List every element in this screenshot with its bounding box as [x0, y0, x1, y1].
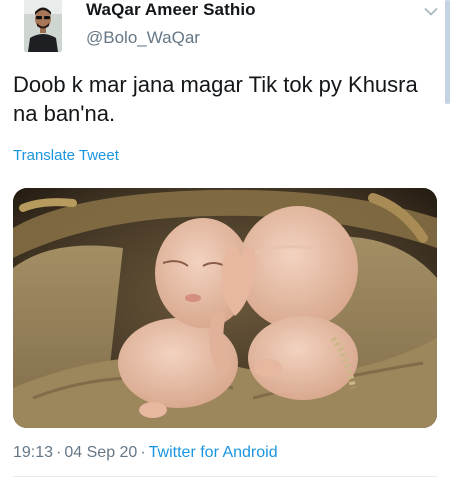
chevron-down-icon[interactable] — [424, 4, 438, 16]
translate-tweet-link[interactable]: Translate Tweet — [13, 147, 119, 164]
meta-separator: · — [140, 444, 146, 461]
tweet-time[interactable]: 19:13 — [13, 444, 53, 461]
divider — [13, 476, 437, 477]
avatar[interactable] — [24, 0, 62, 52]
scrollbar[interactable] — [445, 0, 450, 104]
author-handle[interactable]: @Bolo_WaQar — [86, 28, 200, 48]
tweet-source-link[interactable]: Twitter for Android — [149, 444, 278, 461]
meta-separator: · — [56, 444, 62, 461]
tweet-media-image[interactable] — [13, 188, 437, 428]
tweet-date[interactable]: 04 Sep 20 — [64, 444, 137, 461]
tweet-meta: 19:13 · 04 Sep 20 · Twitter for Android — [13, 444, 278, 462]
tweet-text: Doob k mar jana magar Tik tok py Khusra … — [13, 72, 418, 126]
author-name[interactable]: WaQar Ameer Sathio — [86, 0, 256, 20]
tweet-card: WaQar Ameer Sathio @Bolo_WaQar Doob k ma… — [0, 0, 450, 480]
